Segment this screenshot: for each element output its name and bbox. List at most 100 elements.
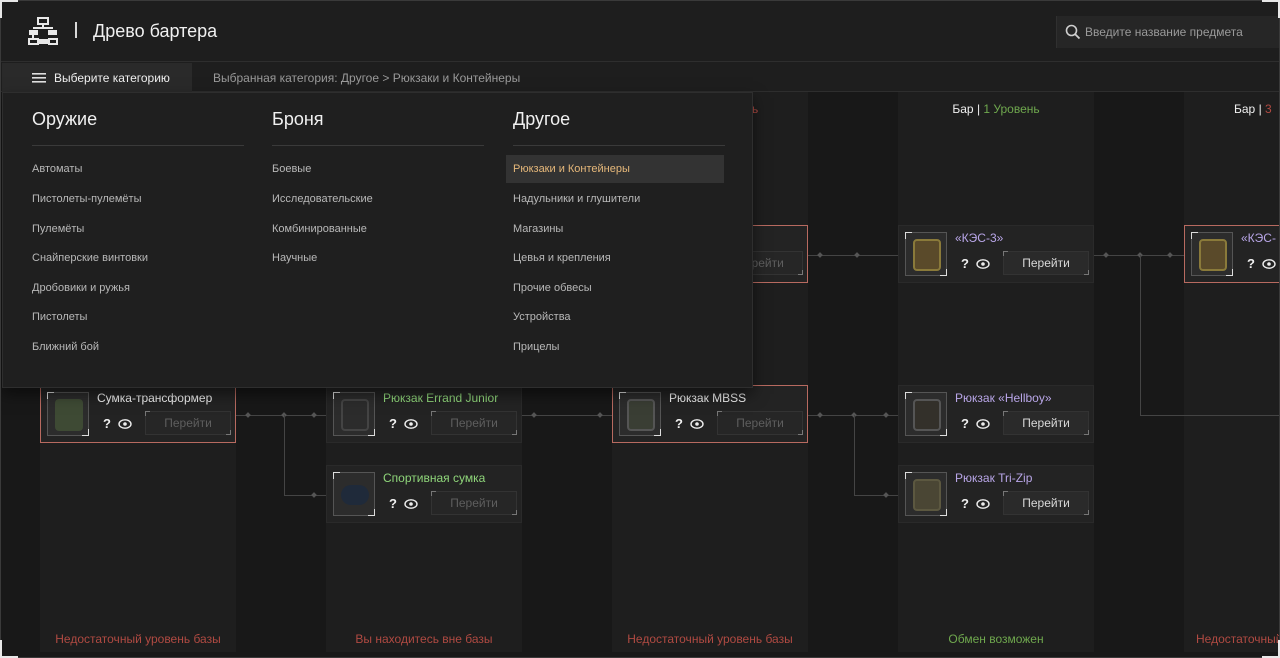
go-to-button[interactable]: Перейти	[1003, 411, 1089, 435]
help-icon[interactable]: ?	[675, 416, 683, 431]
category-item[interactable]: Устройства	[513, 303, 731, 331]
divider	[513, 145, 725, 146]
connector-line	[854, 495, 898, 496]
item-card-kes-right: «КЭС- ?	[1184, 225, 1280, 283]
go-to-button[interactable]: Перейти	[431, 411, 517, 435]
help-icon[interactable]: ?	[389, 416, 397, 431]
category-item[interactable]: Автоматы	[32, 155, 250, 183]
go-to-button[interactable]: Перейти	[431, 491, 517, 515]
category-item[interactable]: Прицелы	[513, 333, 731, 361]
category-item[interactable]: Комбинированные	[272, 215, 490, 243]
connector-node	[1103, 252, 1109, 258]
search-input[interactable]	[1085, 22, 1275, 42]
eye-icon[interactable]	[976, 418, 990, 430]
item-thumbnail	[905, 472, 947, 516]
frame-corner	[1262, 0, 1280, 18]
help-icon[interactable]: ?	[961, 416, 969, 431]
category-item[interactable]: Надульники и глушители	[513, 185, 731, 213]
item-name[interactable]: Рюкзак «Hellboy»	[955, 391, 1052, 405]
level-label: 1 Уровень	[983, 102, 1040, 116]
connector-node	[1167, 252, 1173, 258]
category-item[interactable]: Исследовательские	[272, 185, 490, 213]
category-item[interactable]: Научные	[272, 244, 490, 272]
help-icon[interactable]: ?	[961, 256, 969, 271]
item-thumbnail	[333, 472, 375, 516]
go-to-button[interactable]: Перейти	[145, 411, 231, 435]
level-label: 3	[1265, 102, 1272, 116]
breadcrumb: Выбранная категория: Другое > Рюкзаки и …	[213, 71, 521, 85]
category-item-active[interactable]: Рюкзаки и Контейнеры	[506, 155, 724, 183]
item-name[interactable]: Спортивная сумка	[383, 471, 485, 485]
title-divider	[75, 22, 77, 38]
connector-node	[311, 412, 317, 418]
category-item[interactable]: Магазины	[513, 215, 731, 243]
column-label-partial: ь	[752, 102, 759, 116]
help-icon[interactable]: ?	[103, 416, 111, 431]
item-thumbnail	[333, 392, 375, 436]
category-heading: Другое	[513, 109, 571, 129]
location-label: Бар	[952, 102, 974, 116]
category-heading: Броня	[272, 109, 324, 129]
item-name[interactable]: Сумка-трансформер	[97, 391, 212, 405]
item-thumbnail	[905, 232, 947, 276]
item-name[interactable]: Рюкзак Tri-Zip	[955, 471, 1032, 485]
select-category-button[interactable]: Выберите категорию	[2, 63, 192, 92]
app-header: Древо бартера	[0, 0, 1280, 62]
connector-line	[854, 415, 855, 495]
eye-icon[interactable]	[118, 418, 132, 430]
item-name[interactable]: Рюкзак MBSS	[669, 391, 746, 405]
item-card-transformer: Сумка-трансформер ? Перейти	[40, 385, 236, 443]
go-to-button[interactable]: Перейти	[1003, 491, 1089, 515]
connector-node	[245, 412, 251, 418]
eye-icon[interactable]	[976, 258, 990, 270]
column-status: Вы находитесь вне базы	[355, 632, 493, 646]
go-to-button[interactable]: Перейти	[1003, 251, 1089, 275]
column-status: Обмен возможен	[948, 632, 1044, 646]
category-item[interactable]: Боевые	[272, 155, 490, 183]
category-heading: Оружие	[32, 109, 98, 129]
item-thumbnail	[619, 392, 661, 436]
connector-node	[883, 492, 889, 498]
eye-icon[interactable]	[976, 498, 990, 510]
eye-icon[interactable]	[404, 418, 418, 430]
connector-node	[817, 252, 823, 258]
item-name[interactable]: Рюкзак Errand Junior	[383, 391, 498, 405]
frame-corner	[1262, 640, 1280, 658]
category-item[interactable]: Ближний бой	[32, 333, 250, 361]
connector-line	[284, 415, 285, 495]
connector-node	[817, 412, 823, 418]
eye-icon[interactable]	[1262, 258, 1276, 270]
help-icon[interactable]: ?	[961, 496, 969, 511]
item-thumbnail	[905, 392, 947, 436]
hamburger-menu-icon	[32, 73, 46, 83]
column-label: Бар | 1 Уровень	[898, 102, 1094, 116]
category-item[interactable]: Пистолеты	[32, 303, 250, 331]
eye-icon[interactable]	[690, 418, 704, 430]
category-item[interactable]: Прочие обвесы	[513, 274, 731, 302]
item-card-errand-junior: Рюкзак Errand Junior ? Перейти	[326, 385, 522, 443]
item-name[interactable]: «КЭС-	[1241, 231, 1276, 245]
category-item[interactable]: Пулемёты	[32, 215, 250, 243]
item-card-kes3: «КЭС-3» ? Перейти	[898, 225, 1094, 283]
category-item[interactable]: Цевья и крепления	[513, 244, 731, 272]
connector-node	[311, 492, 317, 498]
eye-icon[interactable]	[404, 498, 418, 510]
connector-line	[1140, 415, 1280, 416]
search-icon	[1065, 24, 1081, 40]
frame-corner	[0, 640, 18, 658]
help-icon[interactable]: ?	[389, 496, 397, 511]
go-to-button[interactable]: Перейти	[717, 411, 803, 435]
category-dropdown: Оружие Автоматы Пистолеты-пулемёты Пулем…	[2, 92, 753, 388]
connector-node	[531, 412, 537, 418]
page-title: Древо бартера	[93, 21, 218, 41]
location-label: Бар	[1234, 102, 1256, 116]
category-item[interactable]: Снайперские винтовки	[32, 244, 250, 272]
item-card-sport-bag: Спортивная сумка ? Перейти	[326, 465, 522, 523]
connector-node	[597, 412, 603, 418]
help-icon[interactable]: ?	[1247, 256, 1255, 271]
search-box[interactable]	[1056, 16, 1280, 48]
item-name[interactable]: «КЭС-3»	[955, 231, 1003, 245]
category-item[interactable]: Пистолеты-пулемёты	[32, 185, 250, 213]
category-item[interactable]: Дробовики и ружья	[32, 274, 250, 302]
divider	[32, 145, 244, 146]
